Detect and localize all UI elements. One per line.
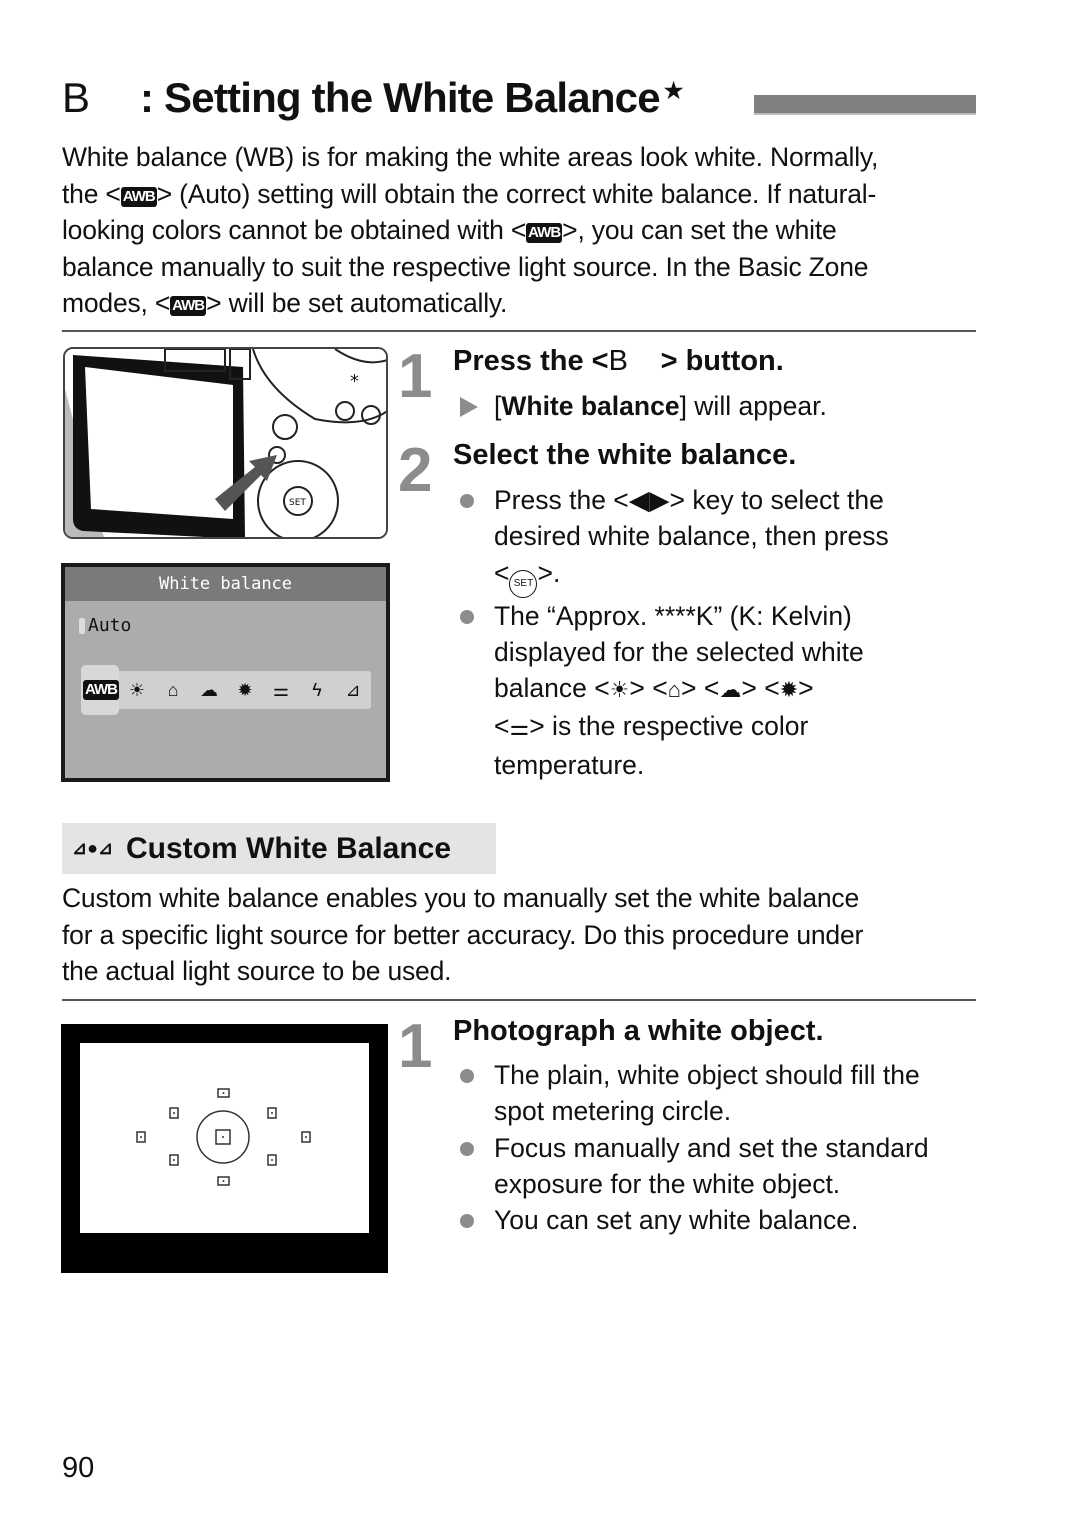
tungsten-icon[interactable]: ✹ [227, 678, 263, 702]
bullet-dot-icon [460, 1069, 474, 1083]
awb-icon[interactable]: AWB [83, 678, 119, 702]
bullet-item: You can set any white balance. [458, 1202, 978, 1238]
title-decoration-bar [754, 95, 976, 115]
bullet-dot-icon [460, 494, 474, 508]
bullet-dot-icon [460, 1141, 474, 1156]
step-number: 1 [398, 1012, 433, 1081]
awb-icon: AWB [120, 186, 157, 207]
custom-wb-icon[interactable]: ⊿ [335, 678, 371, 702]
step-number: 1 [398, 342, 433, 411]
awb-icon: AWB [526, 223, 563, 243]
viewfinder-illustration [61, 1024, 388, 1273]
wb-option-row: AWB ☀ ⌂ ☁ ✹ ⚌ ϟ ⊿ [81, 665, 371, 715]
fluorescent-icon[interactable]: ⚌ [263, 678, 299, 702]
bullet-dot-icon [460, 1214, 474, 1229]
step-result: [White balance] will appear. [458, 388, 978, 424]
fluorescent-icon: ⚌ [509, 715, 530, 741]
advanced-star-icon: ★ [663, 78, 684, 103]
intro-paragraph: White balance (WB) is for making the whi… [62, 139, 982, 322]
daylight-icon: ☀ [609, 677, 630, 703]
bullet-dot-icon [460, 609, 474, 624]
wb-button-glyph: B [62, 74, 90, 121]
shade-icon: ⌂ [667, 677, 682, 703]
step-bullets: The plain, white object should fill the s… [458, 1057, 978, 1238]
bullet-item: Press the <◀▶> key to select the desired… [458, 482, 978, 598]
bullet-item: The “Approx. ****K” (K: Kelvin) displaye… [458, 598, 978, 783]
intro-line: balance manually to suit the respective … [62, 251, 869, 282]
tungsten-icon: ✹ [779, 677, 799, 703]
result-arrow-icon [460, 397, 478, 417]
step-heading: Press the <B > button. [453, 345, 784, 377]
bullet-item: Focus manually and set the standard expos… [458, 1130, 978, 1203]
step-heading: Select the white balance. [453, 439, 797, 471]
page-title-text: : Setting the White Balance [140, 74, 661, 121]
intro-line: looking colors cannot be obtained with <… [62, 215, 837, 245]
page-number: 90 [62, 1452, 95, 1484]
section-divider [62, 330, 976, 332]
step-bullets: Press the <◀▶> key to select the desired… [458, 482, 978, 783]
camera-back-illustration: * SET [63, 347, 388, 539]
step-heading: Photograph a white object. [453, 1015, 824, 1047]
set-button-icon: SET [509, 569, 538, 598]
shade-icon[interactable]: ⌂ [155, 678, 191, 702]
white-balance-lcd-screen: White balance Auto AWB ☀ ⌂ ☁ ✹ ⚌ ϟ ⊿ [61, 563, 390, 782]
cross-keys-icon: ◀▶ [628, 485, 670, 515]
svg-text:*: * [350, 371, 359, 392]
daylight-icon[interactable]: ☀ [119, 678, 155, 702]
custom-wb-icon: ⊿●⊿ [72, 838, 114, 858]
lcd-header: White balance [65, 567, 386, 601]
svg-text:SET: SET [289, 498, 306, 508]
custom-wb-paragraph: Custom white balance enables you to manu… [62, 883, 864, 986]
flash-icon[interactable]: ϟ [299, 678, 335, 702]
step-number: 2 [398, 436, 433, 505]
intro-line: modes, < AWB> will be set automatically. [62, 288, 508, 318]
cloudy-icon: ☁ [719, 677, 742, 703]
awb-icon: AWB [170, 296, 207, 316]
custom-wb-heading: ⊿●⊿ Custom White Balance [62, 823, 496, 874]
wb-button-glyph: B [608, 345, 628, 377]
lcd-current-setting: Auto [79, 615, 131, 636]
page-title: B : Setting the White Balance ★ [62, 74, 684, 126]
intro-line: the < AWB> (Auto) setting will obtain the… [62, 178, 877, 209]
cloudy-icon[interactable]: ☁ [191, 678, 227, 702]
intro-line: White balance (WB) is for making the whi… [62, 142, 879, 172]
section-divider [62, 999, 976, 1001]
bullet-item: The plain, white object should fill the s… [458, 1057, 978, 1130]
